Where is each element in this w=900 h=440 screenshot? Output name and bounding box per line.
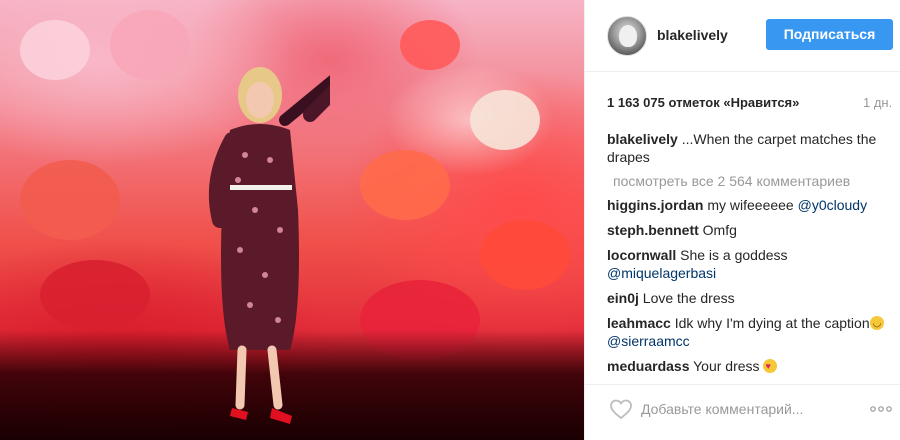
post-photo[interactable] xyxy=(0,0,584,440)
balloon-decor xyxy=(360,150,450,220)
balloon-decor xyxy=(40,260,150,330)
comment-username[interactable]: ein0j xyxy=(607,290,639,306)
list-item: leahmacc Idk why I'm dying at the captio… xyxy=(607,314,889,350)
balloon-decor xyxy=(20,20,90,80)
comment-text: Your dress xyxy=(693,358,760,374)
laughing-emoji-icon xyxy=(869,315,884,333)
balloon-decor xyxy=(400,20,460,70)
comment-username[interactable]: steph.bennett xyxy=(607,222,699,238)
post-header: blakelively Подписаться xyxy=(585,0,900,72)
balloon-decor xyxy=(20,160,120,240)
comment-mention-link[interactable]: @y0cloudy xyxy=(798,197,867,213)
heart-outline-icon[interactable] xyxy=(609,397,633,421)
comment-username[interactable]: leahmacc xyxy=(607,315,671,331)
comment-footer xyxy=(585,384,900,440)
comment-username[interactable]: locornwall xyxy=(607,247,676,263)
post-timestamp[interactable]: 1 дн. xyxy=(863,95,892,110)
caption: blakelively ...When the carpet matches t… xyxy=(607,130,889,166)
balloon-decor xyxy=(470,90,540,150)
comment-text: my wifeeeeee xyxy=(707,197,798,213)
likes-count[interactable]: 1 163 075 отметок «Нравится» xyxy=(607,95,799,110)
post-side-panel: blakelively Подписаться 1 163 075 отмето… xyxy=(584,0,900,440)
view-all-comments-link[interactable]: посмотреть все 2 564 комментариев xyxy=(607,173,889,189)
comments-list: blakelively ...When the carpet matches t… xyxy=(607,130,889,374)
list-item: higgins.jordan my wifeeeeee @y0cloudy xyxy=(607,196,889,214)
heart-eyes-emoji-icon xyxy=(763,357,778,374)
woman-figure xyxy=(208,67,330,424)
comment-text: Love the dress xyxy=(642,290,735,306)
list-item: meduardass Your dress xyxy=(607,357,889,374)
balloon-decor xyxy=(480,220,570,290)
comment-mention-link[interactable]: @sierraamcc xyxy=(607,333,690,349)
comment-username[interactable]: higgins.jordan xyxy=(607,197,703,213)
comment-text: Omfg xyxy=(702,222,737,238)
list-item: ein0j Love the dress xyxy=(607,289,889,307)
add-comment-input[interactable] xyxy=(641,397,847,421)
avatar[interactable] xyxy=(607,16,647,56)
caption-username[interactable]: blakelively xyxy=(607,131,678,147)
comment-username[interactable]: meduardass xyxy=(607,358,689,374)
post-author-username[interactable]: blakelively xyxy=(657,27,728,43)
list-item: steph.bennett Omfg xyxy=(607,221,889,239)
comment-text: She is a goddess xyxy=(680,247,788,263)
balloon-decor xyxy=(110,10,190,80)
ellipsis-icon[interactable] xyxy=(869,403,893,415)
comment-text: Idk why I'm dying at the caption xyxy=(674,315,870,331)
comment-mention-link[interactable]: @miquelagerbasi xyxy=(607,265,716,281)
list-item: locornwall She is a goddess @miquelagerb… xyxy=(607,246,889,282)
follow-button[interactable]: Подписаться xyxy=(766,19,893,50)
